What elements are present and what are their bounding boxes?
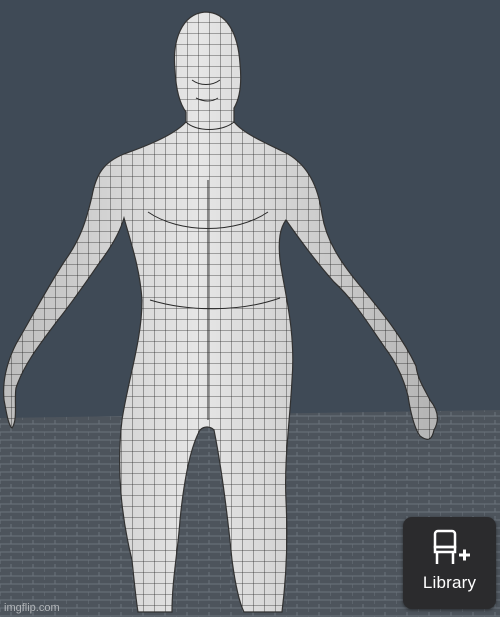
3d-viewport[interactable]: imgflip.com Library <box>0 0 500 617</box>
library-button[interactable]: Library <box>403 517 496 609</box>
library-label: Library <box>422 573 477 592</box>
watermark-text: imgflip.com <box>4 602 60 614</box>
chair-plus-icon <box>433 529 470 564</box>
